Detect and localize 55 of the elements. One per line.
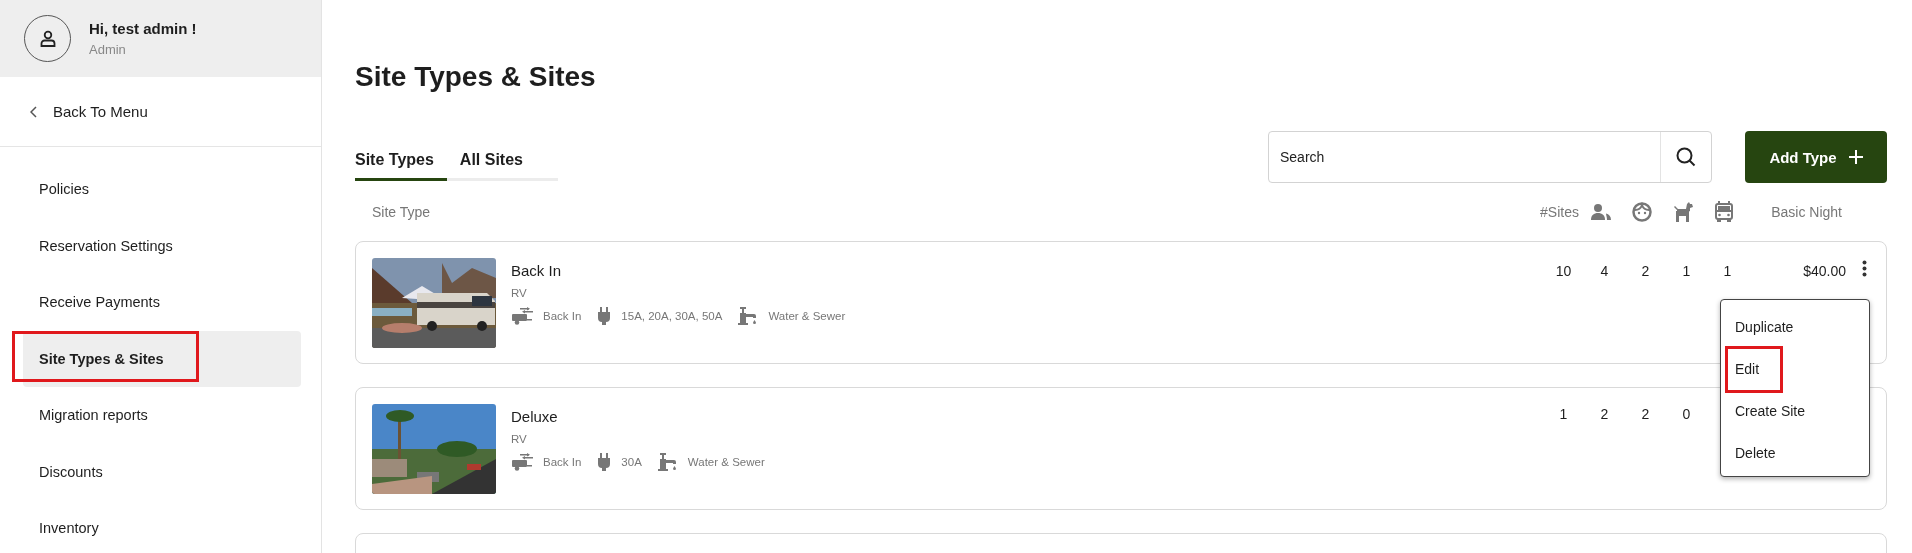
column-header: Basic Night bbox=[1771, 204, 1842, 220]
menu-item[interactable]: Create Site bbox=[1721, 390, 1869, 432]
feature-label: Back In bbox=[543, 456, 582, 468]
site-category: RV bbox=[511, 433, 528, 445]
sidebar-item[interactable]: Reservation Settings bbox=[23, 217, 301, 274]
faucet-icon bbox=[738, 307, 759, 325]
truck-icon bbox=[1713, 201, 1734, 223]
menu-item[interactable]: Edit bbox=[1721, 348, 1869, 390]
feature-label: 30A bbox=[621, 456, 642, 468]
sidebar-item[interactable]: Discounts bbox=[23, 443, 301, 500]
sidebar-item[interactable]: Policies bbox=[23, 161, 301, 217]
count-cell: 2 bbox=[1600, 406, 1609, 422]
count-cell: 2 bbox=[1641, 406, 1650, 422]
feature-label: 15A, 20A, 30A, 50A bbox=[621, 310, 723, 322]
count-cell: 0 bbox=[1682, 406, 1691, 422]
back-link[interactable]: Back To Menu bbox=[30, 103, 148, 120]
menu-item[interactable]: Duplicate bbox=[1721, 306, 1869, 348]
column-header: #Sites bbox=[1540, 204, 1579, 220]
plus-icon bbox=[1848, 150, 1863, 164]
plug-icon bbox=[597, 307, 612, 325]
page-title: Site Types & Sites bbox=[355, 60, 597, 94]
sidebar-item[interactable]: Receive Payments bbox=[23, 274, 301, 330]
price-cell: $40.00 bbox=[1803, 263, 1846, 279]
site-type-name: Back In bbox=[511, 262, 563, 279]
person-icon bbox=[39, 30, 56, 47]
count-cell: 2 bbox=[1641, 263, 1650, 279]
menu-item[interactable]: Delete bbox=[1721, 432, 1869, 474]
feature-label: Water & Sewer bbox=[768, 310, 846, 322]
faucet-icon bbox=[657, 453, 678, 471]
site-category: RV bbox=[511, 287, 528, 299]
trailer-icon bbox=[511, 453, 533, 471]
count-cell: 4 bbox=[1600, 263, 1609, 279]
trailer-icon bbox=[511, 307, 533, 325]
tab[interactable]: All Sites bbox=[446, 143, 558, 181]
count-cell: 1 bbox=[1559, 406, 1568, 422]
user-greeting: Hi, test admin ! bbox=[89, 20, 197, 37]
child-face-icon bbox=[1631, 202, 1652, 222]
count-cell: 10 bbox=[1555, 263, 1572, 279]
column-header: Site Type bbox=[372, 204, 431, 220]
user-role: Admin bbox=[89, 42, 127, 57]
count-cell: 1 bbox=[1723, 263, 1732, 279]
plug-icon bbox=[597, 453, 612, 471]
people-icon bbox=[1590, 203, 1611, 221]
search-icon[interactable] bbox=[1676, 147, 1696, 167]
sidebar-item[interactable]: Inventory bbox=[23, 500, 301, 553]
sidebar-item[interactable]: Migration reports bbox=[23, 387, 301, 443]
feature-label: Water & Sewer bbox=[687, 456, 765, 468]
search-field[interactable]: Search bbox=[1268, 131, 1712, 183]
sidebar-item[interactable]: Site Types & Sites bbox=[23, 330, 301, 387]
add-type-button[interactable]: Add Type bbox=[1745, 131, 1887, 183]
chevron-left-icon bbox=[30, 105, 37, 118]
site-type-name: Deluxe bbox=[511, 408, 559, 425]
tab[interactable]: Site Types bbox=[355, 143, 447, 181]
feature-label: Back In bbox=[543, 310, 582, 322]
count-cell: 1 bbox=[1682, 263, 1691, 279]
